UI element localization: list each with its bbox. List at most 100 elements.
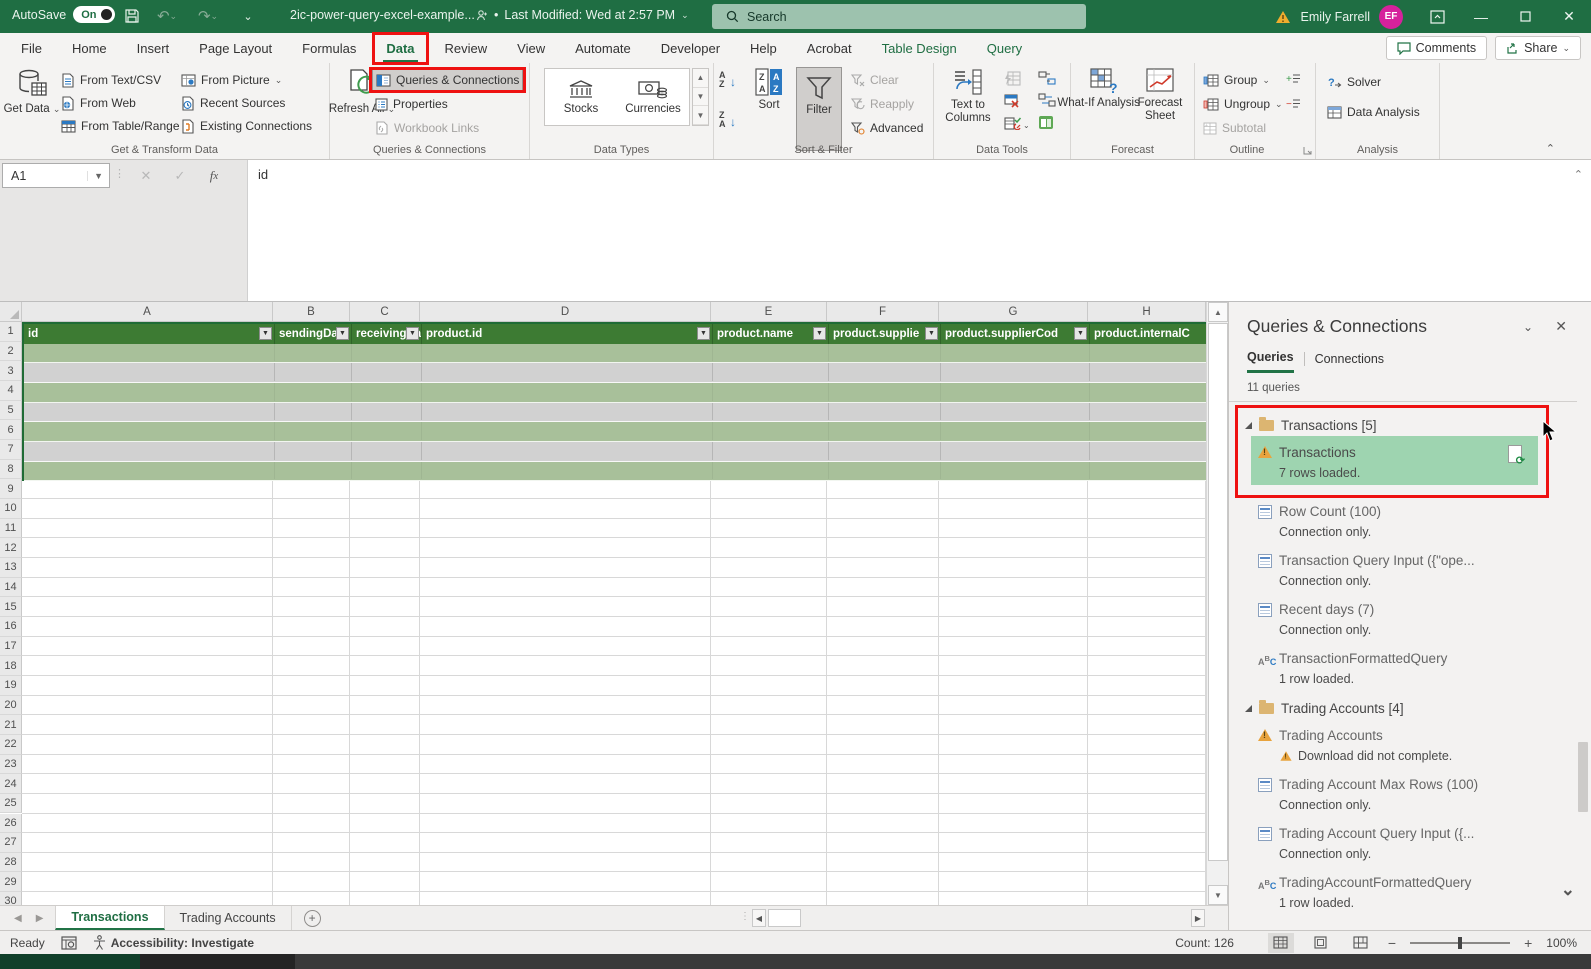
table-header-product.name[interactable]: product.name▼ bbox=[713, 324, 829, 344]
table-cell[interactable] bbox=[713, 363, 829, 381]
column-header-C[interactable]: C bbox=[350, 302, 420, 322]
table-cell[interactable] bbox=[422, 363, 713, 381]
ribbon-tab-help[interactable]: Help bbox=[735, 33, 792, 63]
row-header-15[interactable]: 15 bbox=[0, 597, 22, 617]
table-cell[interactable] bbox=[352, 344, 422, 362]
subtotal-button[interactable]: + Subtotal bbox=[1200, 117, 1286, 139]
expand-caret-icon[interactable] bbox=[1245, 705, 1252, 712]
formula-content[interactable]: id bbox=[258, 167, 268, 182]
collapse-formula-bar-icon[interactable]: ⌃ bbox=[1574, 168, 1583, 181]
table-cell[interactable] bbox=[713, 403, 829, 421]
table-cell[interactable] bbox=[829, 363, 941, 381]
table-cell[interactable] bbox=[275, 462, 352, 480]
filter-dropdown-icon[interactable]: ▼ bbox=[697, 327, 710, 340]
name-box[interactable]: A1 ▼ bbox=[2, 163, 110, 188]
ribbon-tab-data[interactable]: Data bbox=[371, 33, 429, 63]
table-cell[interactable] bbox=[1090, 383, 1206, 401]
sort-az-icon[interactable]: AZ bbox=[719, 71, 726, 89]
query-item-trading-account-max-rows-100-[interactable]: Trading Account Max Rows (100)Connection… bbox=[1229, 771, 1591, 820]
from-table-range-button[interactable]: From Table/Range bbox=[58, 115, 183, 137]
table-cell[interactable] bbox=[422, 403, 713, 421]
query-item-recent-days-7-[interactable]: Recent days (7)Connection only. bbox=[1229, 596, 1591, 645]
table-cell[interactable] bbox=[713, 442, 829, 460]
currencies-data-type[interactable]: Currencies bbox=[617, 69, 689, 125]
sheet-nav-right-icon[interactable]: ▶ bbox=[36, 913, 44, 924]
row-header-2[interactable]: 2 bbox=[0, 342, 22, 362]
table-cell[interactable] bbox=[941, 422, 1090, 440]
filter-dropdown-icon[interactable]: ▼ bbox=[259, 327, 272, 340]
scroll-left-arrow[interactable]: ◀ bbox=[752, 909, 766, 927]
save-icon[interactable] bbox=[120, 5, 144, 27]
last-modified-label[interactable]: Last Modified: Wed at 2:57 PM bbox=[504, 8, 675, 22]
row-header-19[interactable]: 19 bbox=[0, 676, 22, 696]
table-cell[interactable] bbox=[1090, 403, 1206, 421]
page-layout-view-icon[interactable] bbox=[1308, 933, 1334, 953]
forecast-sheet-button[interactable]: Forecast Sheet bbox=[1133, 67, 1187, 123]
show-detail-icon[interactable]: + bbox=[1286, 73, 1301, 84]
row-header-10[interactable]: 10 bbox=[0, 499, 22, 519]
row-header-7[interactable]: 7 bbox=[0, 440, 22, 460]
consolidate-icon[interactable] bbox=[1038, 71, 1056, 85]
minimize-button[interactable]: — bbox=[1459, 0, 1503, 33]
accessibility-status[interactable]: Accessibility: Investigate bbox=[93, 935, 254, 950]
cancel-icon[interactable]: ✕ bbox=[132, 163, 160, 188]
table-cell[interactable] bbox=[713, 462, 829, 480]
tab-scroll-splitter[interactable]: ⋮ bbox=[740, 911, 751, 922]
row-header-16[interactable]: 16 bbox=[0, 617, 22, 637]
table-cell[interactable] bbox=[713, 344, 829, 362]
table-header-product.id[interactable]: product.id▼ bbox=[422, 324, 713, 344]
table-cell[interactable] bbox=[422, 462, 713, 480]
column-header-H[interactable]: H bbox=[1088, 302, 1206, 322]
zoom-slider-thumb[interactable] bbox=[1458, 937, 1462, 949]
table-row[interactable] bbox=[24, 422, 1206, 442]
workbook-links-button[interactable]: Workbook Links bbox=[372, 117, 482, 139]
scroll-down-arrow[interactable]: ▼ bbox=[1208, 885, 1228, 905]
pane-options-chevron-icon[interactable]: ⌄ bbox=[1523, 320, 1533, 334]
row-header-13[interactable]: 13 bbox=[0, 558, 22, 578]
table-cell[interactable] bbox=[713, 422, 829, 440]
spreadsheet-grid[interactable]: ABCDEFGH12345678910111213141516171819202… bbox=[0, 302, 1206, 905]
sheet-tab-trading-accounts[interactable]: Trading Accounts bbox=[165, 906, 292, 930]
queries-and-connections-button[interactable]: Queries & Connections bbox=[372, 69, 523, 91]
column-header-A[interactable]: A bbox=[22, 302, 273, 322]
table-cell[interactable] bbox=[1090, 363, 1206, 381]
table-cell[interactable] bbox=[24, 403, 275, 421]
expand-caret-icon[interactable] bbox=[1245, 422, 1252, 429]
from-text-csv-button[interactable]: From Text/CSV bbox=[58, 69, 183, 91]
table-row[interactable] bbox=[24, 403, 1206, 423]
row-header-18[interactable]: 18 bbox=[0, 656, 22, 676]
table-row[interactable] bbox=[24, 383, 1206, 403]
ribbon-tab-insert[interactable]: Insert bbox=[122, 33, 185, 63]
gallery-down-arrow[interactable]: ▼ bbox=[693, 88, 708, 107]
row-header-11[interactable]: 11 bbox=[0, 519, 22, 539]
text-to-columns-button[interactable]: Text to Columns bbox=[940, 67, 996, 125]
sort-za-icon[interactable]: ZA bbox=[719, 111, 726, 129]
column-header-F[interactable]: F bbox=[827, 302, 939, 322]
query-item-trading-account-query-input-[interactable]: Trading Account Query Input ({...Connect… bbox=[1229, 820, 1591, 869]
data-validation-icon[interactable]: ⌄ bbox=[1004, 116, 1028, 135]
row-header-29[interactable]: 29 bbox=[0, 872, 22, 892]
reapply-filter-button[interactable]: Reapply bbox=[848, 93, 926, 115]
ribbon-tab-file[interactable]: File bbox=[6, 33, 57, 63]
redo-icon[interactable]: ↷⌄ bbox=[196, 5, 220, 27]
table-cell[interactable] bbox=[24, 442, 275, 460]
table-row[interactable] bbox=[24, 344, 1206, 364]
table-cell[interactable] bbox=[275, 344, 352, 362]
filter-dropdown-icon[interactable]: ▼ bbox=[813, 327, 826, 340]
ribbon-tab-home[interactable]: Home bbox=[57, 33, 122, 63]
autosave-toggle[interactable]: On bbox=[73, 6, 114, 23]
pane-close-icon[interactable]: ✕ bbox=[1555, 318, 1567, 335]
table-cell[interactable] bbox=[941, 363, 1090, 381]
ungroup-button[interactable]: Ungroup ⌄ bbox=[1200, 93, 1286, 115]
query-item-tradingaccountformattedquery[interactable]: ABCTradingAccountFormattedQuery1 row loa… bbox=[1229, 869, 1591, 918]
table-header-receivingDate[interactable]: receivingDate▼ bbox=[352, 324, 422, 344]
table-cell[interactable] bbox=[829, 442, 941, 460]
table-cell[interactable] bbox=[422, 442, 713, 460]
table-cell[interactable] bbox=[352, 363, 422, 381]
formula-bar-splitter[interactable]: ⋮ bbox=[114, 167, 125, 180]
table-cell[interactable] bbox=[275, 383, 352, 401]
zoom-level[interactable]: 100% bbox=[1546, 936, 1577, 950]
row-header-8[interactable]: 8 bbox=[0, 460, 22, 480]
manage-data-model-icon[interactable] bbox=[1038, 115, 1056, 130]
row-header-30[interactable]: 30 bbox=[0, 892, 22, 905]
